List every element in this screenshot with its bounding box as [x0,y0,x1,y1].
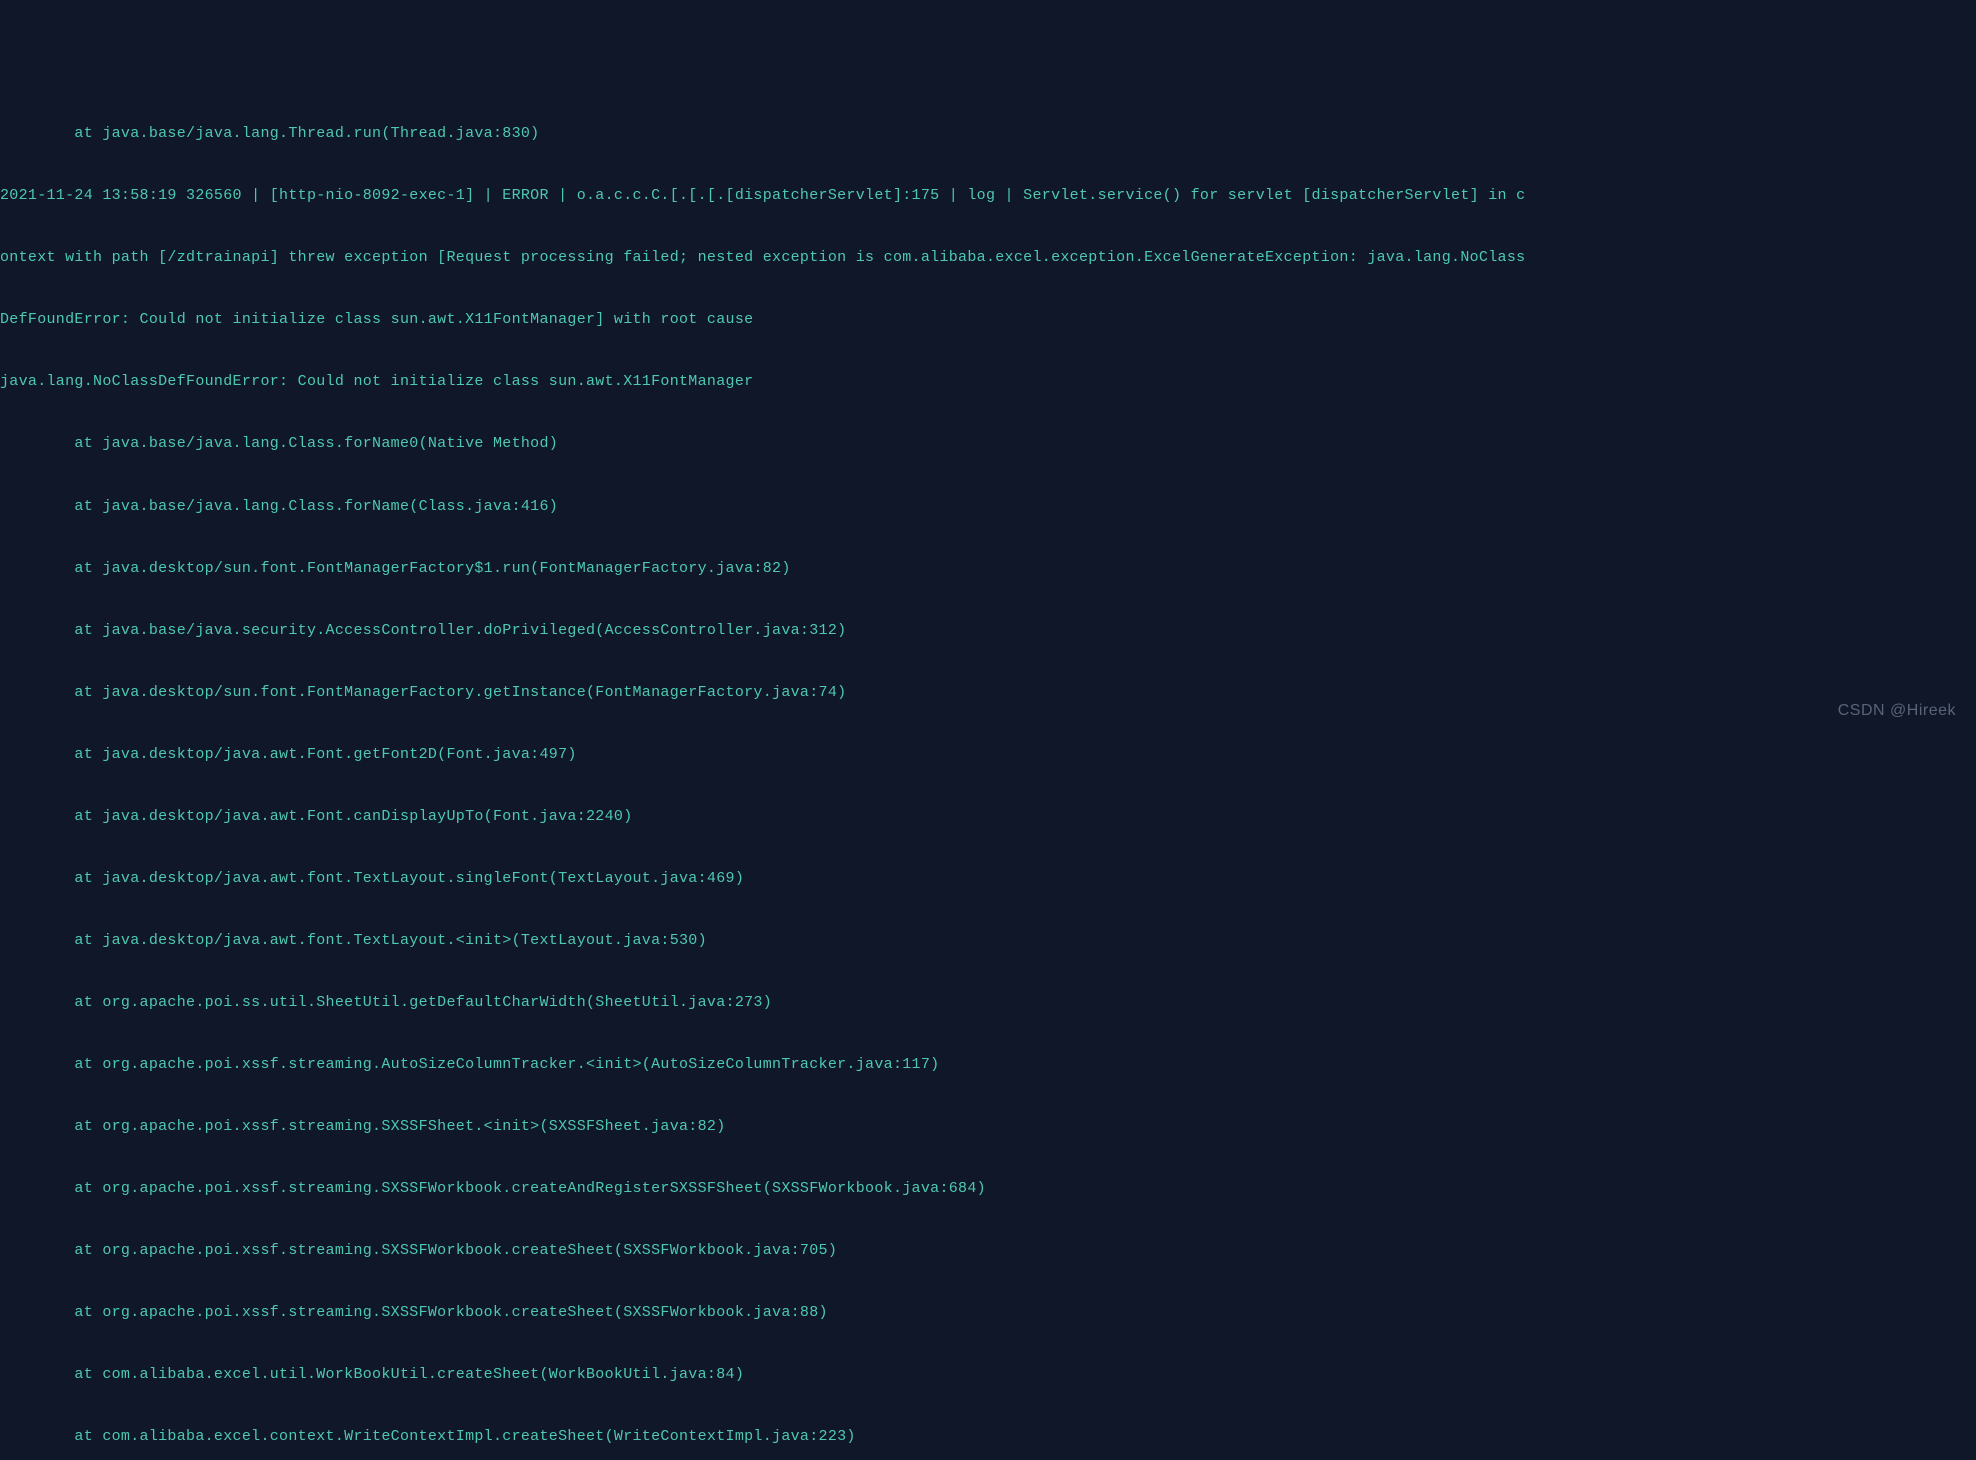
log-line: ontext with path [/zdtrainapi] threw exc… [0,248,1976,269]
log-line: at org.apache.poi.xssf.streaming.AutoSiz… [0,1055,1976,1076]
log-line: DefFoundError: Could not initialize clas… [0,310,1976,331]
log-line: at com.alibaba.excel.context.WriteContex… [0,1427,1976,1448]
log-line: at org.apache.poi.xssf.streaming.SXSSFWo… [0,1241,1976,1262]
log-line: at java.desktop/sun.font.FontManagerFact… [0,683,1976,704]
log-line: at org.apache.poi.xssf.streaming.SXSSFSh… [0,1117,1976,1138]
log-line: at java.base/java.lang.Class.forName(Cla… [0,497,1976,518]
log-line: at java.desktop/java.awt.font.TextLayout… [0,931,1976,952]
log-output: at java.base/java.lang.Thread.run(Thread… [0,83,1976,1460]
log-line: at com.alibaba.excel.util.WorkBookUtil.c… [0,1365,1976,1386]
log-line: at java.desktop/java.awt.Font.getFont2D(… [0,745,1976,766]
log-line: at java.base/java.security.AccessControl… [0,621,1976,642]
log-line: java.lang.NoClassDefFoundError: Could no… [0,372,1976,393]
log-line: at org.apache.poi.ss.util.SheetUtil.getD… [0,993,1976,1014]
log-line: at java.desktop/java.awt.Font.canDisplay… [0,807,1976,828]
log-line: at org.apache.poi.xssf.streaming.SXSSFWo… [0,1303,1976,1324]
log-line: at java.desktop/sun.font.FontManagerFact… [0,559,1976,580]
watermark: CSDN @Hireek [1838,700,1956,722]
log-line: at java.base/java.lang.Thread.run(Thread… [0,124,1976,145]
log-line: at java.desktop/java.awt.font.TextLayout… [0,869,1976,890]
log-line: 2021-11-24 13:58:19 326560 | [http-nio-8… [0,186,1976,207]
log-line: at java.base/java.lang.Class.forName0(Na… [0,434,1976,455]
log-line: at org.apache.poi.xssf.streaming.SXSSFWo… [0,1179,1976,1200]
